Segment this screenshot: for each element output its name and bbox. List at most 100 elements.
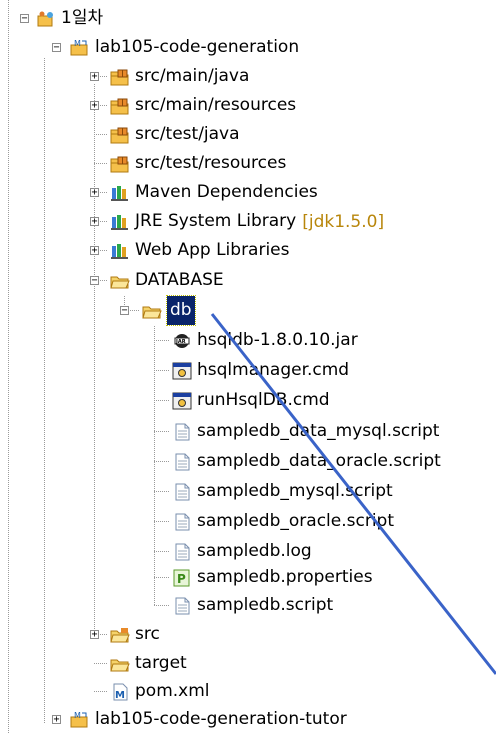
tree-label-sampledb-data-mysql-script: sampledb_data_mysql.script <box>197 421 440 441</box>
tree-row-next-project[interactable]: + M lab105-code-generation-tutor <box>0 705 347 734</box>
tree-label-src-main-java: src/main/java <box>135 66 250 86</box>
expand-toggle[interactable]: + <box>52 715 61 725</box>
tree-row-hsqldb-jar[interactable]: JAR hsqldb-1.8.0.10.jar <box>0 326 358 355</box>
source-folder-icon <box>110 155 130 173</box>
cmd-icon <box>172 392 192 410</box>
svg-text:P: P <box>177 572 186 586</box>
tree-connector <box>154 577 170 578</box>
properties-icon: P <box>172 569 192 587</box>
tree-row-sampledb-data-oracle-script[interactable]: sampledb_data_oracle.script <box>0 447 441 476</box>
tree-row-project[interactable]: − M lab105-code-generation <box>0 33 299 62</box>
tree-label-root: 1일차 <box>61 8 104 28</box>
tree-label-sampledb-oracle-script: sampledb_oracle.script <box>197 511 395 531</box>
tree-connector <box>154 491 170 492</box>
tree-row-pom-xml[interactable]: Mpom.xml <box>0 677 210 706</box>
collapse-toggle[interactable]: − <box>120 306 129 316</box>
tree-connector <box>154 461 170 462</box>
svg-text:M: M <box>115 690 125 701</box>
tree-row-src-main-java[interactable]: + src/main/java <box>0 62 249 91</box>
tree-connector <box>94 163 108 164</box>
tree-row-sampledb-mysql-script[interactable]: sampledb_mysql.script <box>0 477 393 506</box>
svg-text:M: M <box>74 39 81 48</box>
tree-label-jre-system-library: JRE System Library <box>135 211 297 231</box>
tree-row-root[interactable]: − 1일차 <box>0 4 103 33</box>
tree-row-database[interactable]: − DATABASE <box>0 266 224 295</box>
tree-row-jre-system-library[interactable]: + JRE System Library [jdk1.5.0] <box>0 207 384 236</box>
source-folder-icon <box>110 68 130 86</box>
tree-row-db[interactable]: − db <box>0 295 196 326</box>
file-icon <box>172 597 192 615</box>
tree-row-hsqlmanager-cmd[interactable]: hsqlmanager.cmd <box>0 356 349 385</box>
collapse-toggle[interactable]: − <box>20 14 29 24</box>
tree-connector <box>94 663 108 664</box>
tree-label-hsqldb-jar: hsqldb-1.8.0.10.jar <box>197 330 358 350</box>
tree-row-sampledb-data-mysql-script[interactable]: sampledb_data_mysql.script <box>0 417 439 446</box>
tree-connector <box>154 400 170 401</box>
tree-label-project: lab105-code-generation <box>95 37 300 57</box>
tree-row-maven-dependencies[interactable]: + Maven Dependencies <box>0 178 318 207</box>
project-icon: M <box>70 711 90 729</box>
tree-connector <box>154 605 170 606</box>
tree-row-sampledb-log[interactable]: sampledb.log <box>0 537 312 566</box>
svg-text:M: M <box>74 711 81 720</box>
library-icon <box>110 242 130 260</box>
tree-row-sampledb-script[interactable]: sampledb.script <box>0 591 333 620</box>
tree-row-sampledb-properties[interactable]: Psampledb.properties <box>0 563 373 592</box>
tree-row-web-app-libraries[interactable]: + Web App Libraries <box>0 236 290 265</box>
tree-label-db: db <box>166 295 196 326</box>
tree-label-src-test-java: src/test/java <box>135 124 240 144</box>
folder-icon <box>142 302 162 320</box>
file-icon <box>172 423 192 441</box>
file-icon <box>172 513 192 531</box>
file-icon <box>172 483 192 501</box>
maven-pom-icon: M <box>110 683 130 701</box>
expand-toggle[interactable]: + <box>90 630 99 640</box>
tree-label-sampledb-data-oracle-script: sampledb_data_oracle.script <box>197 451 441 471</box>
folder-icon <box>110 655 130 673</box>
tree-label-target: target <box>135 653 187 673</box>
tree-label-web-app-libraries: Web App Libraries <box>135 240 290 260</box>
tree-label-src-test-resources: src/test/resources <box>135 153 287 173</box>
tree-row-src[interactable]: + src <box>0 620 160 649</box>
tree-connector <box>154 370 170 371</box>
tree-connector <box>154 431 170 432</box>
tree-connector <box>154 551 170 552</box>
expand-toggle[interactable]: + <box>90 246 99 256</box>
tree-label-src: src <box>135 624 160 644</box>
source-folder-icon <box>110 126 130 144</box>
collapse-toggle[interactable]: − <box>52 43 61 53</box>
folder-icon <box>110 626 130 644</box>
folder-icon <box>110 272 130 290</box>
jar-icon: JAR <box>172 332 192 350</box>
svg-text:JAR: JAR <box>175 339 186 345</box>
tree-row-src-test-java[interactable]: src/test/java <box>0 120 240 149</box>
tree-label-sampledb-mysql-script: sampledb_mysql.script <box>197 481 393 501</box>
tree-label-hsqlmanager-cmd: hsqlmanager.cmd <box>197 360 350 380</box>
tree-connector <box>154 340 170 341</box>
tree-label-next-project: lab105-code-generation-tutor <box>95 709 347 729</box>
working-set-icon <box>36 10 56 28</box>
file-icon <box>172 453 192 471</box>
tree-label-sampledb-script: sampledb.script <box>197 595 334 615</box>
tree-label-runhsqldb-cmd: runHsqlDB.cmd <box>197 390 330 410</box>
library-icon <box>110 213 130 231</box>
tree-row-src-test-resources[interactable]: src/test/resources <box>0 149 286 178</box>
source-folder-icon <box>110 97 130 115</box>
project-icon: M <box>70 39 90 57</box>
tree-label-sampledb-log: sampledb.log <box>197 541 312 561</box>
expand-toggle[interactable]: + <box>90 72 99 82</box>
expand-toggle[interactable]: + <box>90 101 99 111</box>
tree-row-sampledb-oracle-script[interactable]: sampledb_oracle.script <box>0 507 394 536</box>
tree-row-runhsqldb-cmd[interactable]: runHsqlDB.cmd <box>0 386 330 415</box>
expand-toggle[interactable]: + <box>90 217 99 227</box>
tree-row-target[interactable]: target <box>0 649 187 678</box>
tree-label-pom-xml: pom.xml <box>135 681 210 701</box>
expand-toggle[interactable]: + <box>90 188 99 198</box>
tree-connector <box>94 691 108 692</box>
cmd-icon <box>172 362 192 380</box>
tree-row-src-main-resources[interactable]: + src/main/resources <box>0 91 296 120</box>
tree-label-src-main-resources: src/main/resources <box>135 95 297 115</box>
collapse-toggle[interactable]: − <box>90 276 99 286</box>
project-explorer-tree: − 1일차 − M lab105-code-generation + src/ma… <box>0 0 496 734</box>
tree-connector <box>94 134 108 135</box>
